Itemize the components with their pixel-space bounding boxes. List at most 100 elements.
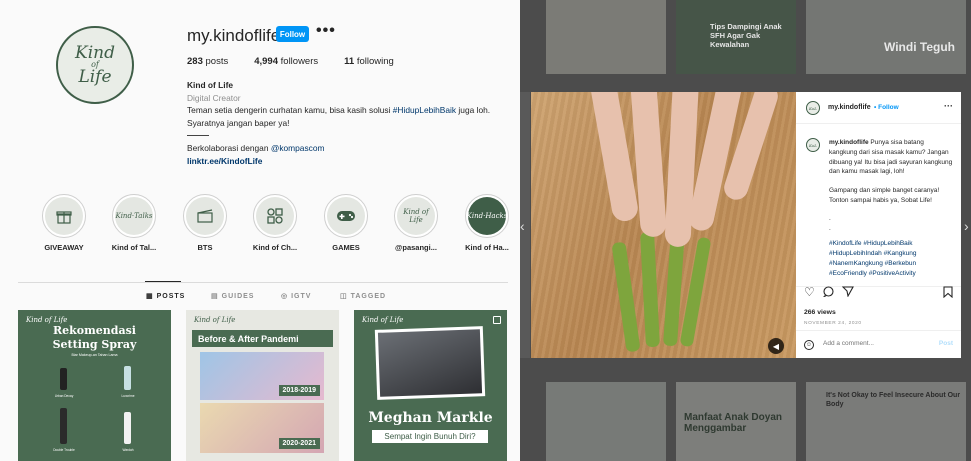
background-post-title: Tips Dampingi Anak SFH Agar Gak Kewalaha… [710,22,782,49]
highlight-games[interactable]: GAMES [318,194,374,252]
background-post [546,0,666,74]
product-caption: Urban Decay [54,394,74,398]
highlight-ring [42,194,86,238]
post-subtitle: Sempat Ingin Bunuh Diri? [372,430,488,443]
background-post: Tips Dampingi Anak SFH Agar Gak Kewalaha… [676,0,796,74]
profile-stats: 283 posts 4,994 followers 11 following [187,56,394,67]
caption-dots: . . [829,214,831,232]
post-thumbnail[interactable]: Kind of Life Before & After Pandemi 2018… [186,310,339,461]
tab-label: POSTS [156,292,186,300]
follow-link-label: Follow [878,104,899,111]
product-caption: Luxcrime [121,394,135,398]
highlight-ring [253,194,297,238]
product-bottle [60,408,67,444]
product-bottle [124,412,131,444]
mute-sound-icon[interactable]: ◀ [768,338,784,354]
add-comment-input[interactable] [823,340,923,347]
follow-button[interactable]: Follow [276,26,309,42]
grid-shapes-icon [256,197,294,235]
caption-text-2: Gampang dan simple banget caranya! Tonto… [829,187,940,204]
caption-hashtags[interactable]: #KindofLife #HidupLebihBaik #HidupLebihI… [829,239,953,278]
bio-line1-prefix: Teman setia dengerin curhatan kamu, bisa… [187,105,393,115]
posts-stat: 283 posts [187,56,228,67]
post-photo [374,326,486,400]
bio-mention-link[interactable]: @kompascom [271,143,325,153]
tab-label: TAGGED [350,292,387,300]
bio-divider [187,135,209,136]
share-paper-plane-icon[interactable] [841,286,854,300]
next-post-arrow-icon[interactable]: › [964,218,969,234]
post-thumbnail[interactable]: Kind of Life Meghan Markle Sempat Ingin … [354,310,507,461]
posts-label: posts [205,56,229,67]
highlight-label: GAMES [332,243,360,252]
highlight-kind-of-talks[interactable]: Kind·Talks Kind of Tal... [106,194,162,252]
bio-name: Kind of Life [187,80,234,90]
post-details-panel: KoL my.kindoflife • Follow ··· KoL my.ki… [796,92,961,358]
post-comment-button[interactable]: Post [939,340,953,347]
highlight-ring: Kind·Hacks [465,194,509,238]
following-count: 11 [344,56,355,67]
gift-icon [45,197,83,235]
comment-bar: ☺ Post [796,330,961,358]
post-title-line1: Rekomendasi [53,324,136,337]
avatar-text-kind: Kind [75,43,115,63]
highlight-kind-of-hacks[interactable]: Kind·Hacks Kind of Ha... [459,194,515,252]
highlight-label: BTS [197,243,213,252]
comment-icon[interactable] [822,286,834,300]
tab-posts[interactable]: ▦ POSTS [146,292,186,301]
bio-line1-suffix: juga loh. [456,105,491,115]
bio-hashtag-link[interactable]: #HidupLebihBaik [393,105,456,115]
gamepad-icon [327,197,365,235]
active-tab-indicator [145,281,181,282]
emoji-smiley-icon[interactable]: ☺ [804,340,814,350]
post-brand-logo: Kind of Life [362,316,404,324]
post-photo: 2020-2021 [200,403,324,453]
caption-author-avatar[interactable]: KoL [806,138,820,152]
tab-igtv[interactable]: ◎ IGTV [281,292,311,301]
tab-guides[interactable]: ▤ GUIDES [211,292,255,301]
author-avatar[interactable]: KoL [806,101,820,115]
previous-post-arrow-icon[interactable]: ‹ [520,218,525,234]
follow-link[interactable]: • Follow [874,104,899,111]
more-options-icon[interactable]: ··· [944,101,953,111]
post-brand-logo: Kind of Life [26,316,68,324]
highlight-ring: Kind·Talks [112,194,156,238]
post-thumbnail[interactable]: Kind of Life Rekomendasi Setting Spray Bi… [18,310,171,461]
highlight-label: Kind of Ch... [252,243,298,252]
tagged-icon: ◫ [340,293,348,300]
highlight-kind-of-ch[interactable]: Kind of Ch... [247,194,303,252]
post-title: Rekomendasi Setting Spray [18,324,171,352]
followers-stat[interactable]: 4,994 followers [254,56,318,67]
following-stat[interactable]: 11 following [344,56,394,67]
post-title-line2: Setting Spray [52,338,137,351]
save-bookmark-icon[interactable] [943,286,953,301]
caption-line: my.kindoflife Punya sisa batang kangkung… [829,138,953,177]
tab-tagged[interactable]: ◫ TAGGED [340,292,387,301]
caption-username[interactable]: my.kindoflife [829,139,869,146]
post-modal-overlay[interactable]: Tips Dampingi Anak SFH Agar Gak Kewalaha… [520,0,971,461]
post-date: NOVEMBER 24, 2020 [804,321,862,326]
year-label: 2020-2021 [278,438,320,449]
highlight-bts[interactable]: BTS [177,194,233,252]
post-author-username[interactable]: my.kindoflife [828,104,871,111]
product-caption: Wardah [122,448,134,452]
highlight-pasangi[interactable]: Kind of Life @pasangi... [388,194,444,252]
post-video[interactable] [531,92,796,358]
kind-of-talks-logo: Kind·Talks [115,197,153,235]
multiple-images-icon [493,316,501,324]
post-caption: my.kindoflife Punya sisa batang kangkung… [829,138,953,279]
like-heart-icon[interactable]: ♡ [804,285,815,299]
bio-external-link[interactable]: linktr.ee/KindofLife [187,155,507,168]
profile-bio: Kind of Life Digital Creator Teman setia… [187,79,507,167]
post-title: Meghan Markle [368,410,493,426]
highlight-giveaway[interactable]: GIVEAWAY [36,194,92,252]
background-post: Windi Teguh [806,0,966,74]
bio-collab-prefix: Berkolaborasi dengan [187,143,271,153]
background-post-title: Windi Teguh [884,40,955,54]
tab-label: GUIDES [221,292,255,300]
highlight-ring [324,194,368,238]
more-options-icon[interactable]: ••• [316,22,336,40]
bio-collab: Berkolaborasi dengan @kompascom [187,142,507,155]
profile-avatar[interactable]: Kind of Life [56,26,134,104]
video-view-count[interactable]: 266 views [804,309,836,316]
